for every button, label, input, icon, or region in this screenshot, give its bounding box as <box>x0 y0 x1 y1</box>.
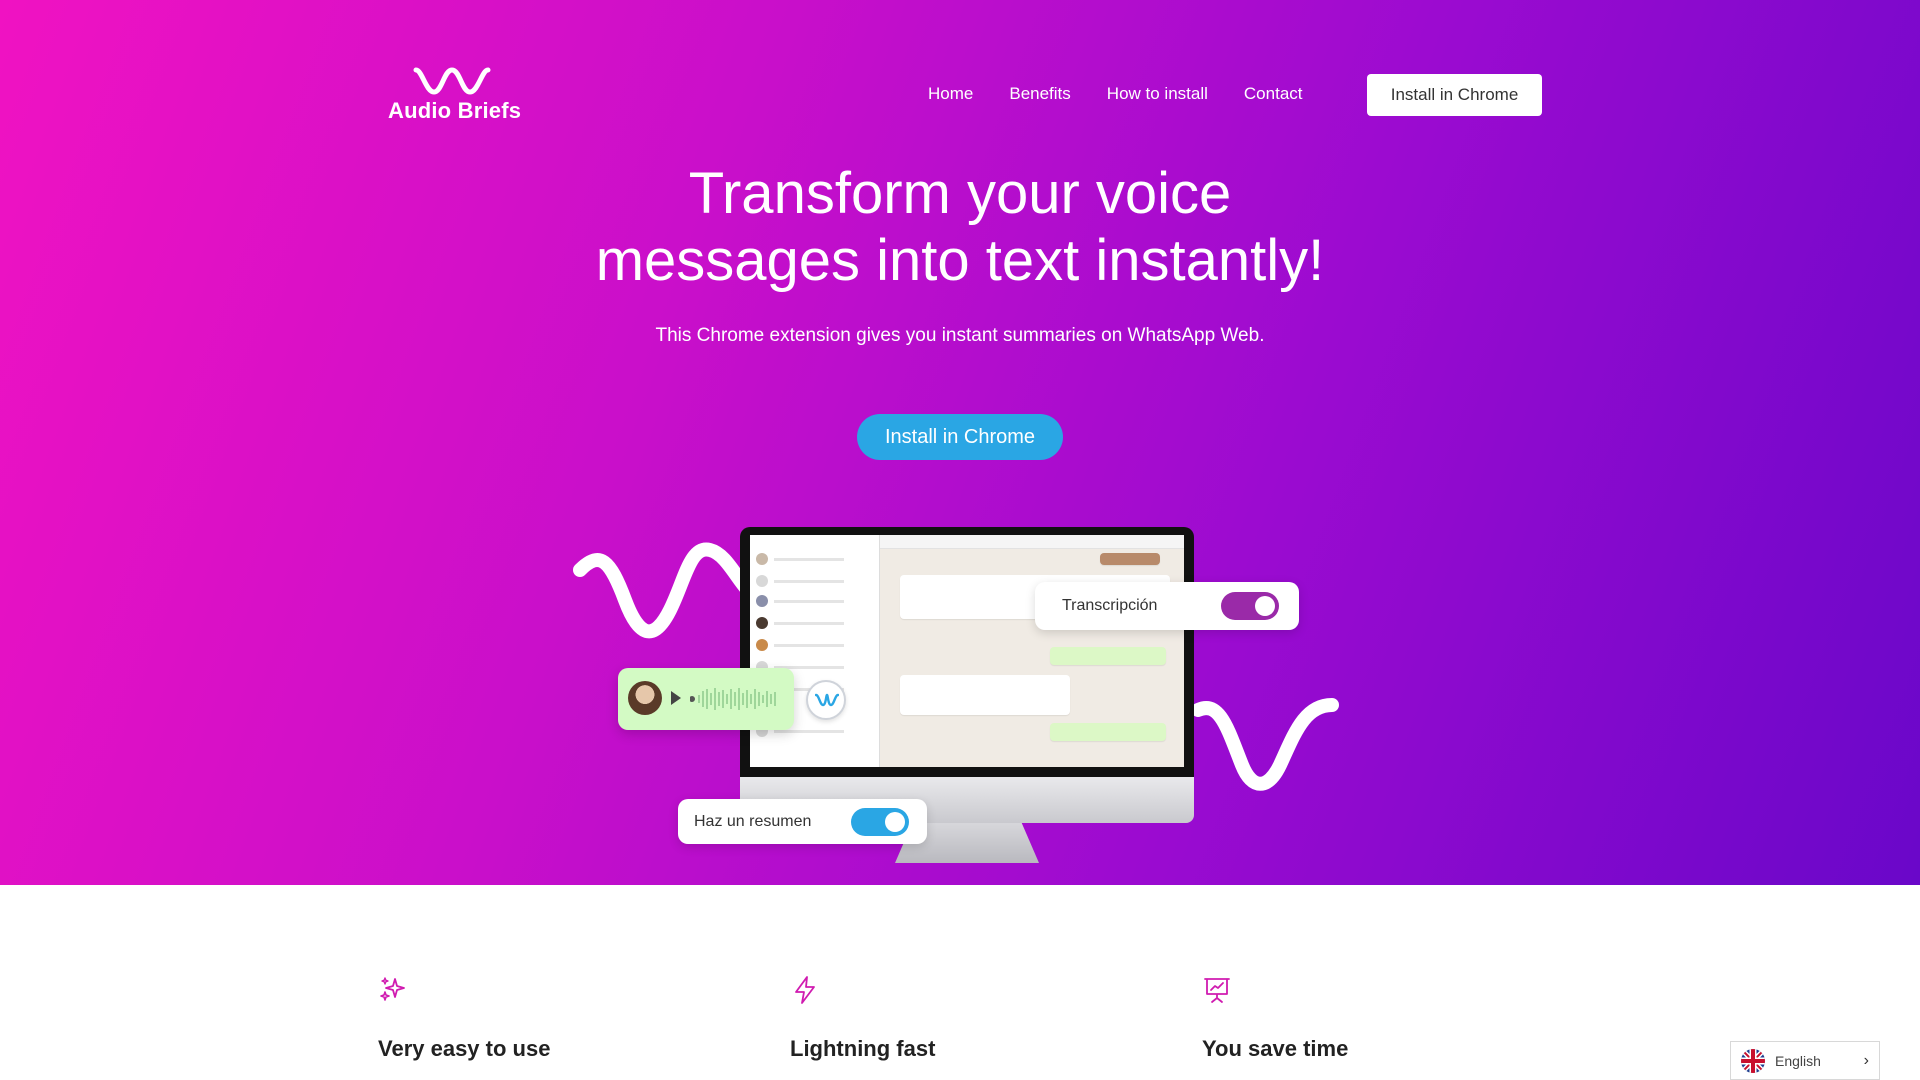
play-icon[interactable] <box>671 691 681 705</box>
chat-list-item <box>756 617 876 631</box>
feature-save-time: You save time <box>1202 975 1502 1062</box>
feature-title: You save time <box>1202 1036 1349 1061</box>
voice-message-bubble <box>1050 647 1166 665</box>
waveform-icon <box>690 688 776 710</box>
language-label: English <box>1775 1052 1821 1069</box>
summary-toggle-label: Haz un resumen <box>694 812 812 830</box>
hero-title: Transform your voice messages into text … <box>460 160 1460 294</box>
main-nav: Home Benefits How to install Contact <box>928 84 1303 104</box>
transcription-toggle-label: Transcripción <box>1062 597 1158 614</box>
language-selector[interactable]: English › <box>1730 1041 1880 1080</box>
nav-install-button[interactable]: Install in Chrome <box>1367 74 1542 116</box>
chat-list-item <box>756 639 876 653</box>
hero-title-line-1: Transform your voice <box>688 161 1232 226</box>
features-section: Very easy to use Lightning fast You save… <box>0 885 1920 1080</box>
chat-list-item <box>756 595 876 609</box>
chat-list-item <box>756 553 876 567</box>
nav-benefits[interactable]: Benefits <box>1009 84 1070 104</box>
monitor-screen-frame <box>740 527 1194 777</box>
hero-subtitle: This Chrome extension gives you instant … <box>655 325 1265 346</box>
uk-flag-icon <box>1741 1048 1765 1073</box>
message-bubble <box>900 675 1070 715</box>
presentation-chart-icon <box>1204 978 1230 1003</box>
nav-home[interactable]: Home <box>928 84 973 104</box>
nav-contact[interactable]: Contact <box>1244 84 1303 104</box>
hero-install-button[interactable]: Install in Chrome <box>857 414 1063 460</box>
right-squiggle-decoration <box>1191 698 1339 791</box>
summary-toggle-switch[interactable] <box>851 807 909 836</box>
feature-title: Lightning fast <box>790 1036 936 1061</box>
lightning-icon <box>795 976 815 1004</box>
nav-how-to-install[interactable]: How to install <box>1107 84 1208 104</box>
feature-easy: Very easy to use <box>378 975 678 1062</box>
hero-illustration: Transcripción Haz un resumen <box>570 520 1350 865</box>
brand-logo[interactable]: Audio Briefs <box>388 64 521 124</box>
wave-logo-icon <box>413 67 491 95</box>
image-thumbnail <box>1100 553 1160 565</box>
whatsapp-web-screen <box>750 535 1184 767</box>
transcription-toggle-card: Transcripción <box>1035 582 1299 630</box>
feature-title: Very easy to use <box>378 1036 551 1061</box>
sparkles-icon <box>380 977 405 1001</box>
hero-section: Audio Briefs Home Benefits How to instal… <box>0 0 1920 885</box>
chevron-right-icon: › <box>1863 1051 1869 1069</box>
summary-toggle-card: Haz un resumen <box>678 799 927 844</box>
voice-message-bubble <box>1050 723 1166 741</box>
audio-briefs-badge-icon <box>806 680 846 720</box>
transcription-toggle-switch[interactable] <box>1221 592 1279 620</box>
voice-note-card <box>618 668 794 730</box>
hero-title-line-2: messages into text instantly! <box>595 228 1325 293</box>
feature-fast: Lightning fast <box>790 975 1090 1062</box>
brand-name: Audio Briefs <box>388 98 522 123</box>
chat-list-sidebar <box>750 535 880 767</box>
avatar <box>628 681 662 715</box>
chat-list-item <box>756 575 876 589</box>
